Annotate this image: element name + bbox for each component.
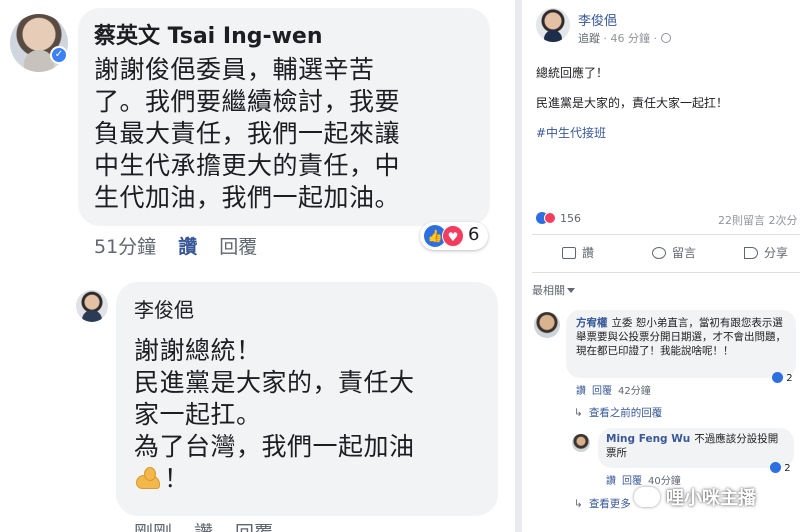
reply-line-last: ！: [134, 463, 494, 495]
view-previous-replies-label: 查看之前的回覆: [588, 407, 663, 419]
sort-dropdown[interactable]: 最相關: [532, 282, 575, 298]
view-previous-replies-link[interactable]: ↳ 查看之前的回覆: [574, 405, 662, 420]
comment-reaction-count: 2: [784, 463, 791, 474]
comment-icon: [652, 247, 666, 259]
watermark-text: 哩小咪主播: [666, 488, 756, 509]
comment-reactions[interactable]: 2: [772, 372, 793, 384]
reply-text: 謝謝總統！ 民進黨是大家的，責任大 家一起扛。 為了台灣，我們一起加油 ！: [134, 335, 494, 495]
comments-shares-count[interactable]: 22則留言 2次分: [718, 212, 798, 228]
sort-label: 最相關: [532, 284, 565, 297]
reply-line: 為了台灣，我們一起加油: [134, 432, 415, 461]
commenter-avatar[interactable]: [534, 312, 560, 338]
panel-divider: [515, 0, 522, 532]
comment-line: 負最大責任，我們一起來讓: [94, 119, 401, 148]
comment-author[interactable]: 蔡英文 Tsai Ing-wen: [94, 18, 323, 50]
verified-badge-icon: ✓: [50, 46, 68, 64]
reaction-count[interactable]: 156: [560, 212, 581, 225]
reply-link[interactable]: 回覆: [592, 386, 612, 397]
reply-meta: 剛剛 讚 回覆: [134, 518, 295, 532]
comment-line: 中生代承擔更大的責任，中: [94, 151, 401, 180]
comment-meta: 讚回覆 42分鐘: [576, 382, 657, 397]
comment-line: 生代加油，我們一起加油。: [94, 183, 401, 212]
comment-body: 方宥權 立委 恕小弟直言，當初有跟您表示選舉票要與公投票分開日期選，才不會出問題，…: [576, 316, 790, 358]
reply-arrow-icon: ↳: [574, 407, 583, 419]
reply-author[interactable]: 李俊俋: [134, 294, 194, 323]
post-author-avatar[interactable]: [536, 8, 570, 42]
caret-down-icon: [567, 288, 575, 293]
globe-icon: [660, 33, 671, 43]
comment-reaction-count: 2: [786, 373, 793, 384]
follow-link[interactable]: 追蹤: [578, 32, 600, 45]
comment-text: 謝謝俊俋委員，輔選辛苦 了。我們要繼續檢討，我要 負最大責任，我們一起來讓 中生…: [94, 54, 484, 214]
comment-reactions[interactable]: 2: [770, 462, 791, 474]
thumbs-up-icon: [562, 247, 576, 259]
reply-line: 家一起扛。: [134, 400, 262, 429]
comment-time: 51分鐘: [94, 236, 157, 258]
like-link[interactable]: 讚: [178, 236, 197, 258]
view-more-replies-link[interactable]: ↳ 查看更多: [574, 496, 631, 511]
share-icon: [744, 247, 758, 259]
like-link[interactable]: 讚: [576, 386, 586, 397]
like-button-label: 讚: [582, 246, 595, 260]
li-avatar[interactable]: [76, 290, 108, 322]
comment-line: 謝謝俊俋委員，輔選辛苦: [94, 55, 375, 84]
comment-meta: 51分鐘讚回覆: [94, 232, 279, 259]
reaction-summary[interactable]: 👍 ♥ 6: [420, 222, 488, 250]
like-reaction-icon: [770, 462, 781, 473]
view-more-label: 查看更多: [588, 498, 631, 510]
reply-arrow-icon: ↳: [574, 498, 583, 510]
post-subline: 追蹤 · 46 分鐘 ·: [578, 30, 671, 46]
reply-suffix: ！: [164, 464, 190, 493]
comment-line: 了。我們要繼續檢討，我要: [94, 87, 401, 116]
post-text-line: 民進黨是大家的，責任大家一起扛！: [536, 96, 729, 110]
love-reaction-icon: [544, 212, 556, 224]
watermark: 哩小咪主播: [634, 484, 756, 510]
facebook-post: 李俊俋 追蹤 · 46 分鐘 · 總統回應了！ 民進黨是大家的，責任大家一起扛！…: [522, 0, 800, 532]
share-button-label: 分享: [764, 246, 789, 260]
comment-body: Ming Feng Wu 不過應該分設投開票所: [606, 432, 788, 460]
comment-button[interactable]: 留言: [652, 244, 696, 261]
post-stats: 156 22則留言 2次分: [536, 212, 800, 228]
post-text-line: 總統回應了！: [536, 66, 609, 80]
share-button[interactable]: 分享: [744, 244, 788, 261]
love-reaction-icon: ♥: [442, 225, 464, 247]
reply-line: 民進黨是大家的，責任大: [134, 368, 415, 397]
reply-link[interactable]: 回覆: [235, 522, 273, 532]
like-reaction-icon: [772, 372, 783, 383]
reaction-count: 6: [468, 224, 480, 245]
like-link[interactable]: 讚: [606, 476, 616, 487]
reply-link[interactable]: 回覆: [219, 236, 257, 258]
reply-line: 謝謝總統！: [134, 336, 262, 365]
divider: [532, 234, 800, 235]
like-link[interactable]: 讚: [194, 522, 213, 532]
reply-time: 剛剛: [134, 522, 172, 532]
wechat-icon: [634, 487, 660, 507]
comment-time: 42分鐘: [618, 386, 651, 397]
flexed-biceps-icon: [134, 465, 164, 493]
post-hashtag[interactable]: #中生代接班: [536, 124, 606, 141]
comment-button-label: 留言: [672, 246, 697, 260]
comment-author[interactable]: Ming Feng Wu: [606, 433, 690, 445]
zoomed-comment-thread: ✓ 蔡英文 Tsai Ing-wen 謝謝俊俋委員，輔選辛苦 了。我們要繼續檢討…: [0, 0, 515, 532]
post-time[interactable]: 46 分鐘: [611, 32, 651, 45]
post-author[interactable]: 李俊俋: [578, 10, 617, 29]
divider: [532, 272, 800, 273]
commenter-avatar[interactable]: [572, 434, 590, 452]
like-button[interactable]: 讚: [562, 244, 594, 261]
comment-author[interactable]: 方宥權: [576, 317, 608, 329]
